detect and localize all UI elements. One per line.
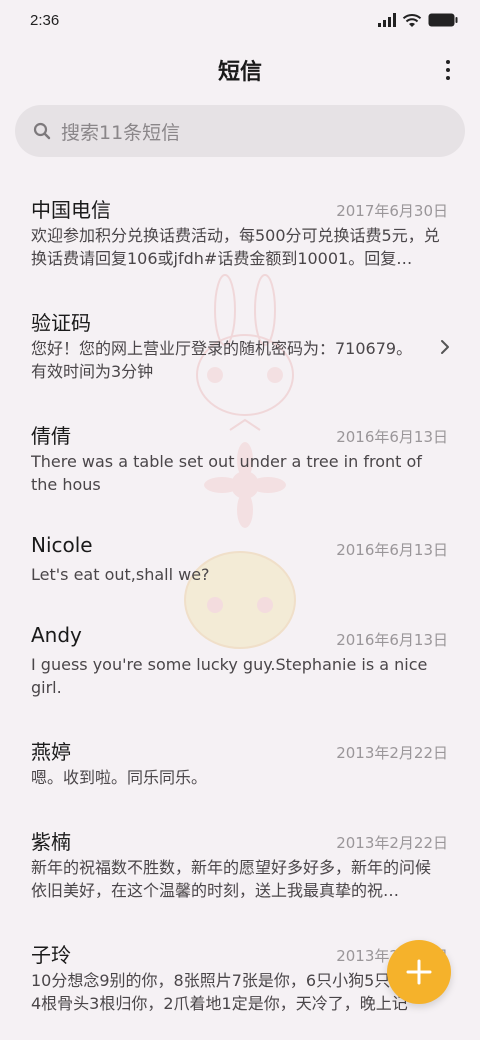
list-item[interactable]: 紫楠 2013年2月22日 新年的祝福数不胜数，新年的愿望好多好多，新年的问候依… (0, 812, 480, 912)
search-input[interactable]: 搜索11条短信 (15, 105, 465, 157)
list-item[interactable]: Andy 2016年6月13日 I guess you're some luck… (0, 609, 480, 709)
chevron-right-icon (441, 340, 449, 354)
message-preview: 欢迎参加积分兑换话费活动，每500分可兑换话费5元，兑换话费请回复106或jfd… (31, 226, 440, 268)
battery-icon (428, 13, 458, 27)
page-title: 短信 (217, 60, 262, 85)
message-date: 2016年6月13日 (336, 428, 448, 446)
wifi-icon (402, 13, 422, 27)
message-preview: There was a table set out under a tree i… (31, 452, 422, 494)
contact-name: Nicole (31, 533, 93, 557)
message-preview: 10分想念9别的你，8张照片7张是你，6只小狗5只像你，4根骨头3根归你，2爪着… (31, 971, 439, 1013)
contact-name: 中国电信 (31, 198, 111, 222)
message-preview: 您好！您的网上营业厅登录的随机密码为：710679。有效时间为3分钟 (31, 339, 413, 381)
signal-icon (378, 13, 396, 27)
message-preview: I guess you're some lucky guy.Stephanie … (31, 655, 428, 697)
message-date: 2013年2月22日 (336, 744, 448, 762)
list-item[interactable]: 燕婷 2013年2月22日 嗯。收到啦。同乐同乐。 (0, 722, 480, 802)
more-dot-icon (446, 60, 450, 64)
status-icons (378, 13, 458, 28)
contact-name: 紫楠 (31, 830, 71, 854)
list-item[interactable]: 倩倩 2016年6月13日 There was a table set out … (0, 406, 480, 506)
more-options-button[interactable] (438, 56, 458, 84)
compose-button[interactable] (387, 940, 451, 1004)
more-dot-icon (446, 68, 450, 72)
message-preview: 新年的祝福数不胜数，新年的愿望好多好多，新年的问候依旧美好，在这个温馨的时刻，送… (31, 858, 432, 900)
contact-name: 倩倩 (31, 424, 71, 448)
message-date: 2017年6月30日 (336, 202, 448, 220)
contact-name: 子玲 (31, 943, 71, 967)
list-item[interactable]: 中国电信 2017年6月30日 欢迎参加积分兑换话费活动，每500分可兑换话费5… (0, 180, 480, 280)
contact-name: 燕婷 (31, 740, 71, 764)
message-date: 2016年6月13日 (336, 541, 448, 559)
message-date: 2013年2月22日 (336, 834, 448, 852)
contact-name: Andy (31, 623, 82, 647)
message-preview: Let's eat out,shall we? (31, 565, 210, 584)
search-placeholder: 搜索11条短信 (61, 121, 181, 144)
title-bar: 短信 (0, 46, 480, 94)
status-time: 2:36 (30, 11, 60, 29)
search-icon (33, 122, 51, 140)
status-bar: 2:36 (0, 0, 480, 40)
contact-name: 验证码 (31, 311, 91, 335)
list-item[interactable]: Nicole 2016年6月13日 Let's eat out,shall we… (0, 519, 480, 599)
more-dot-icon (446, 76, 450, 80)
message-date: 2016年6月13日 (336, 631, 448, 649)
message-preview: 嗯。收到啦。同乐同乐。 (31, 768, 208, 787)
list-item[interactable]: 验证码 您好！您的网上营业厅登录的随机密码为：710679。有效时间为3分钟 (0, 293, 480, 393)
plus-icon (406, 959, 432, 985)
